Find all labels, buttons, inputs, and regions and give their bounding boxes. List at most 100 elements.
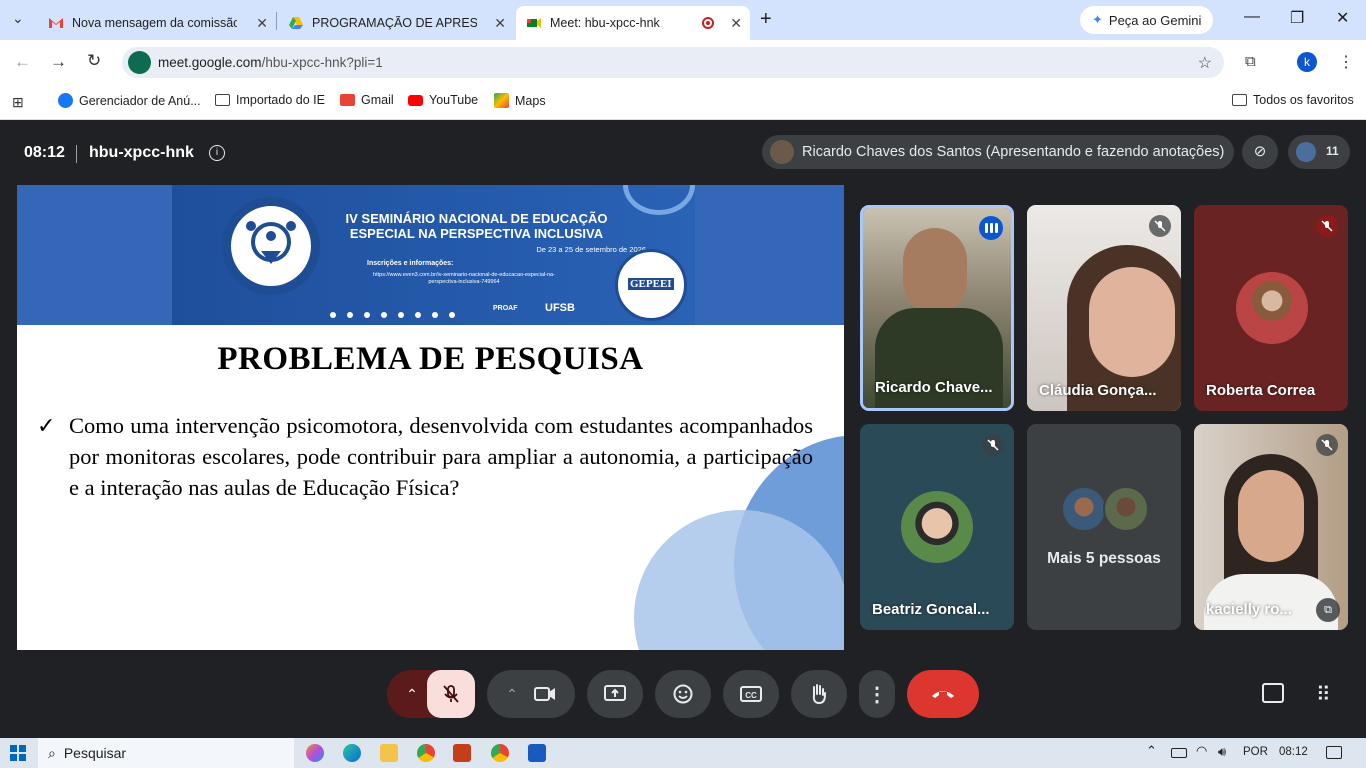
restore-icon[interactable]: ❐	[1290, 8, 1304, 28]
close-window-icon[interactable]: ✕	[1336, 8, 1349, 28]
camera-off-icon[interactable]: ⊘	[1242, 135, 1278, 169]
back-icon[interactable]: ←	[14, 52, 31, 72]
meet-header: 08:12 hbu-xpcc-hnk i Ricardo Chaves dos …	[0, 121, 1366, 183]
mic-off-icon	[982, 434, 1004, 456]
keyboard-language[interactable]: POR	[1243, 746, 1268, 758]
notifications-icon[interactable]	[1326, 746, 1342, 759]
bookmark-gerenciador[interactable]: Gerenciador de Anú...	[58, 93, 201, 108]
minimize-icon[interactable]: —	[1244, 8, 1260, 26]
person-face	[1089, 267, 1175, 377]
captions-button[interactable]: CC	[723, 670, 779, 718]
new-tab-icon[interactable]: +	[760, 8, 772, 31]
word-icon[interactable]	[528, 744, 546, 762]
info-icon[interactable]: i	[209, 145, 225, 161]
video-options-button[interactable]: ⌃	[487, 670, 575, 718]
presentation-slide: IV SEMINÁRIO NACIONAL DE EDUCAÇÃO ESPECI…	[17, 185, 844, 650]
tab-search-chevron-icon[interactable]: ⌄	[12, 10, 24, 27]
profile-avatar[interactable]: k	[1297, 52, 1317, 72]
site-info-icon[interactable]	[128, 51, 151, 74]
tab-drive[interactable]: PROGRAMAÇÃO DE APRESENTA ✕	[278, 6, 514, 40]
reactions-button[interactable]	[655, 670, 711, 718]
gepeei-seal: GEPEEI	[615, 249, 687, 321]
hand-icon	[812, 684, 826, 705]
reload-icon[interactable]: ↻	[87, 51, 101, 71]
bookmark-star-icon[interactable]: ☆	[1198, 53, 1212, 73]
folder-icon	[215, 94, 230, 106]
apps-grid-icon[interactable]: ⊞	[12, 94, 24, 111]
taskbar-search[interactable]: ⌕ Pesquisar	[38, 738, 294, 768]
bookmark-label: Todos os favoritos	[1253, 93, 1354, 107]
bookmarks-bar: ⊞ Gerenciador de Anú... Importado do IE …	[0, 84, 1366, 120]
url-path: /hbu-xpcc-hnk?pli=1	[261, 55, 383, 70]
copilot-icon[interactable]	[306, 744, 324, 762]
participant-tile[interactable]: Cláudia Gonça...	[1027, 205, 1181, 411]
bookmark-youtube[interactable]: YouTube	[408, 93, 478, 107]
wifi-icon[interactable]: ◠	[1196, 743, 1207, 759]
gepeei-label: GEPEEI	[628, 278, 674, 290]
banner-dots	[330, 312, 455, 318]
activities-grid-icon[interactable]: ⠿	[1316, 682, 1331, 707]
accessibility-logo	[222, 197, 320, 295]
bookmark-importado[interactable]: Importado do IE	[215, 93, 325, 107]
leave-call-button[interactable]	[907, 670, 979, 718]
edge-icon[interactable]	[343, 744, 361, 762]
tab-meet[interactable]: Meet: hbu-xpcc-hnk ✕	[516, 6, 750, 40]
all-bookmarks[interactable]: Todos os favoritos	[1232, 93, 1354, 107]
picture-in-picture-icon[interactable]: ⧉	[1316, 598, 1340, 622]
facebook-icon	[58, 93, 73, 108]
svg-text:CC: CC	[745, 691, 757, 700]
bookmark-label: Maps	[515, 93, 546, 108]
speaker-icon[interactable]: 🔊︎	[1218, 744, 1226, 760]
chat-icon[interactable]	[1262, 683, 1284, 703]
more-participants-tile[interactable]: Mais 5 pessoas	[1027, 424, 1181, 630]
bookmark-maps[interactable]: Maps	[494, 93, 546, 108]
youtube-icon	[408, 94, 423, 106]
windows-start-icon[interactable]	[10, 745, 26, 761]
meet-icon	[527, 18, 541, 28]
address-bar[interactable]: meet.google.com/hbu-xpcc-hnk?pli=1 ☆	[122, 47, 1224, 78]
presenter-chip[interactable]: Ricardo Chaves dos Santos (Apresentando …	[762, 135, 1235, 169]
emoji-icon	[673, 684, 693, 704]
participant-tile[interactable]: kacielly ro... ⧉	[1194, 424, 1348, 630]
close-tab-icon[interactable]: ✕	[256, 15, 268, 32]
gemini-button[interactable]: ✦ Peça ao Gemini	[1080, 6, 1214, 34]
participant-tile[interactable]: Beatriz Goncal...	[860, 424, 1014, 630]
meeting-code: hbu-xpcc-hnk	[89, 144, 194, 161]
meeting-clock: 08:12	[24, 144, 65, 161]
avatar	[1103, 486, 1149, 532]
file-explorer-icon[interactable]	[380, 744, 398, 762]
chrome-icon[interactable]	[417, 744, 435, 762]
avatar	[901, 491, 973, 563]
tray-chevron-icon[interactable]: ⌃	[1146, 743, 1157, 759]
participants-icon	[1296, 142, 1316, 162]
research-question: Como uma intervenção psicomotora, desenv…	[69, 413, 813, 500]
tab-title: PROGRAMAÇÃO DE APRESENTA	[312, 16, 477, 30]
chrome-icon[interactable]	[491, 744, 509, 762]
participant-name: Cláudia Gonça...	[1039, 382, 1157, 399]
raise-hand-button[interactable]	[791, 670, 847, 718]
more-people-label: Mais 5 pessoas	[1047, 550, 1161, 567]
browser-toolbar: ← → ↻ meet.google.com/hbu-xpcc-hnk?pli=1…	[0, 40, 1366, 84]
microphone-toggle-button[interactable]	[427, 670, 475, 718]
participants-button[interactable]: 11	[1288, 135, 1350, 169]
menu-dots-icon[interactable]: ⋮	[1338, 52, 1354, 72]
forward-icon[interactable]: →	[50, 52, 67, 72]
more-options-button[interactable]: ⋮	[859, 670, 895, 718]
bookmark-gmail[interactable]: Gmail	[340, 93, 394, 107]
tab-title: Meet: hbu-xpcc-hnk	[550, 16, 660, 30]
participant-tile[interactable]: Ricardo Chave...	[860, 205, 1014, 411]
avatar	[1236, 272, 1308, 344]
close-tab-icon[interactable]: ✕	[494, 15, 506, 32]
battery-icon[interactable]	[1171, 748, 1187, 758]
banner-title: IV SEMINÁRIO NACIONAL DE EDUCAÇÃO ESPECI…	[339, 211, 614, 241]
taskbar-clock[interactable]: 08:12	[1279, 746, 1308, 758]
tab-gmail[interactable]: Nova mensagem da comissão d ✕	[38, 6, 276, 40]
present-screen-button[interactable]	[587, 670, 643, 718]
close-tab-icon[interactable]: ✕	[730, 15, 742, 32]
powerpoint-icon[interactable]	[453, 744, 471, 762]
url-host: meet.google.com	[158, 55, 262, 70]
extensions-icon[interactable]: ⧉	[1245, 53, 1256, 70]
participant-tile[interactable]: Roberta Correa	[1194, 205, 1348, 411]
tab-title: Nova mensagem da comissão d	[72, 16, 237, 30]
participant-name: Roberta Correa	[1206, 382, 1316, 399]
